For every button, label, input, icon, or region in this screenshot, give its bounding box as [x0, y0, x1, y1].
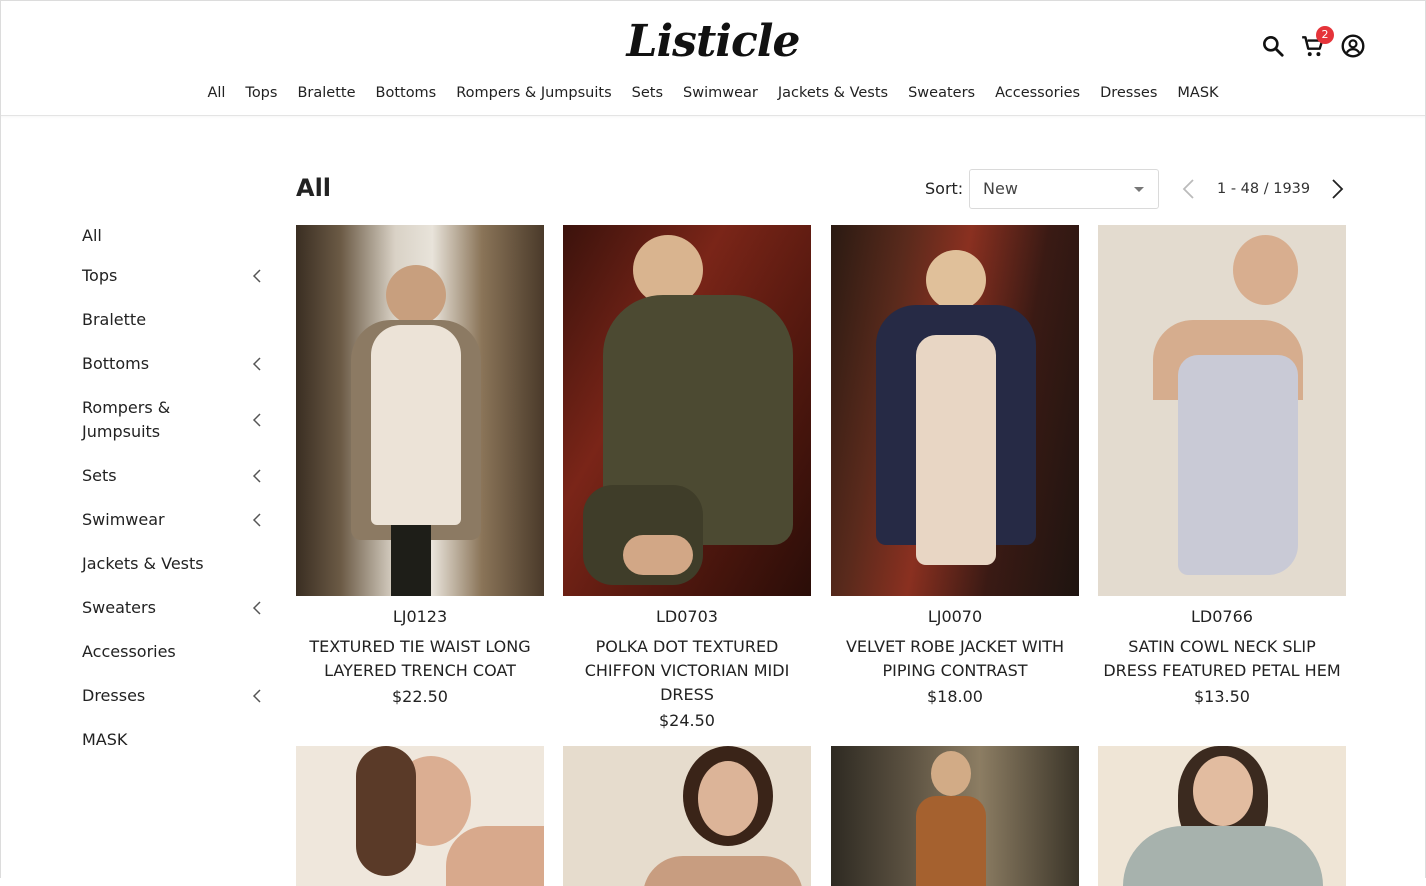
- nav-link-dresses[interactable]: Dresses: [1090, 82, 1167, 104]
- product-card[interactable]: LJ0070 VELVET ROBE JACKET WITH PIPING CO…: [831, 225, 1079, 709]
- pagination: 1 - 48 / 1939: [1180, 176, 1346, 202]
- nav-link-tops[interactable]: Tops: [235, 82, 287, 104]
- product-sku: LJ0123: [392, 607, 448, 626]
- site-logo[interactable]: Listicle: [560, 14, 866, 70]
- page-title: All: [296, 174, 332, 202]
- nav-link-bralette[interactable]: Bralette: [287, 82, 365, 104]
- sidebar-item-all[interactable]: All: [82, 224, 262, 248]
- product-card[interactable]: [563, 746, 811, 886]
- nav-link-jackets-vests[interactable]: Jackets & Vests: [768, 82, 898, 104]
- chevron-left-icon[interactable]: [252, 689, 262, 703]
- search-icon[interactable]: [1260, 33, 1286, 59]
- product-image[interactable]: [1098, 746, 1346, 886]
- sidebar-item-bottoms[interactable]: Bottoms: [82, 352, 262, 376]
- chevron-left-icon[interactable]: [252, 269, 262, 283]
- sidebar-item-sets[interactable]: Sets: [82, 464, 262, 488]
- cart-count-badge: 2: [1316, 26, 1334, 44]
- product-card[interactable]: LD0766 SATIN COWL NECK SLIP DRESS FEATUR…: [1098, 225, 1346, 709]
- sort-selected-value: New: [983, 179, 1018, 198]
- product-price: $18.00: [927, 687, 983, 706]
- sidebar-item-label: Sets: [82, 466, 117, 485]
- sidebar-item-tops[interactable]: Tops: [82, 264, 262, 288]
- product-image[interactable]: [1098, 225, 1346, 596]
- header-icons: 2: [1260, 26, 1366, 60]
- category-sidebar: All Tops Bralette Bottoms Rompers & Jump…: [82, 224, 262, 752]
- product-image[interactable]: [296, 746, 544, 886]
- cart-button[interactable]: 2: [1300, 26, 1334, 59]
- product-sku: LD0703: [656, 607, 718, 626]
- sidebar-item-jackets-vests[interactable]: Jackets & Vests: [82, 552, 262, 576]
- product-card[interactable]: LJ0123 TEXTURED TIE WAIST LONG LAYERED T…: [296, 225, 544, 709]
- sidebar-item-label: Swimwear: [82, 510, 165, 529]
- sidebar-item-label: All: [82, 226, 102, 245]
- sidebar-item-label: Bralette: [82, 310, 147, 329]
- sidebar-item-dresses[interactable]: Dresses: [82, 684, 262, 708]
- product-image[interactable]: [296, 225, 544, 596]
- sidebar-item-label: Bottoms: [82, 354, 150, 373]
- nav-link-all[interactable]: All: [197, 82, 235, 104]
- sidebar-item-label: Dresses: [82, 686, 146, 705]
- product-name[interactable]: VELVET ROBE JACKET WITH PIPING CONTRAST: [831, 635, 1079, 683]
- product-image[interactable]: [831, 225, 1079, 596]
- site-header: Listicle 2 All Tops Bralette Bottoms Rom…: [0, 0, 1426, 116]
- sidebar-item-accessories[interactable]: Accessories: [82, 640, 262, 664]
- sort-select[interactable]: New: [969, 169, 1159, 209]
- chevron-left-icon[interactable]: [252, 469, 262, 483]
- product-price: $13.50: [1194, 687, 1250, 706]
- product-image[interactable]: [563, 746, 811, 886]
- product-card[interactable]: LD0703 POLKA DOT TEXTURED CHIFFON VICTOR…: [563, 225, 811, 733]
- nav-link-mask[interactable]: MASK: [1167, 82, 1228, 104]
- top-navigation: All Tops Bralette Bottoms Rompers & Jump…: [0, 82, 1426, 104]
- nav-link-swimwear[interactable]: Swimwear: [673, 82, 768, 104]
- pagination-range: 1 - 48 / 1939: [1217, 181, 1311, 197]
- account-icon[interactable]: [1340, 33, 1366, 59]
- sidebar-item-label: Rompers & Jumpsuits: [82, 398, 171, 441]
- nav-link-bottoms[interactable]: Bottoms: [366, 82, 447, 104]
- nav-link-rompers-jumpsuits[interactable]: Rompers & Jumpsuits: [446, 82, 621, 104]
- product-card[interactable]: [1098, 746, 1346, 886]
- product-name[interactable]: TEXTURED TIE WAIST LONG LAYERED TRENCH C…: [296, 635, 544, 683]
- sidebar-item-label: MASK: [82, 730, 128, 749]
- sidebar-item-label: Jackets & Vests: [82, 554, 204, 573]
- sidebar-item-sweaters[interactable]: Sweaters: [82, 596, 262, 620]
- chevron-left-icon[interactable]: [252, 413, 262, 427]
- sidebar-item-label: Tops: [82, 266, 118, 285]
- nav-link-sweaters[interactable]: Sweaters: [898, 82, 985, 104]
- product-price: $22.50: [392, 687, 448, 706]
- sidebar-item-rompers-jumpsuits[interactable]: Rompers & Jumpsuits: [82, 396, 262, 444]
- prev-page-icon[interactable]: [1180, 177, 1196, 201]
- nav-link-sets[interactable]: Sets: [622, 82, 673, 104]
- chevron-left-icon[interactable]: [252, 357, 262, 371]
- product-image[interactable]: [563, 225, 811, 596]
- sidebar-item-label: Accessories: [82, 642, 176, 661]
- caret-down-icon: [1134, 187, 1144, 192]
- sidebar-item-bralette[interactable]: Bralette: [82, 308, 262, 332]
- product-price: $24.50: [659, 711, 715, 730]
- product-sku: LD0766: [1191, 607, 1253, 626]
- next-page-icon[interactable]: [1330, 177, 1346, 201]
- product-name[interactable]: SATIN COWL NECK SLIP DRESS FEATURED PETA…: [1098, 635, 1346, 683]
- sidebar-item-mask[interactable]: MASK: [82, 728, 262, 752]
- nav-link-accessories[interactable]: Accessories: [985, 82, 1090, 104]
- product-card[interactable]: [831, 746, 1079, 886]
- product-sku: LJ0070: [927, 607, 983, 626]
- product-card[interactable]: [296, 746, 544, 886]
- chevron-left-icon[interactable]: [252, 513, 262, 527]
- product-image[interactable]: [831, 746, 1079, 886]
- sort-label: Sort:: [925, 179, 964, 198]
- chevron-left-icon[interactable]: [252, 601, 262, 615]
- sidebar-item-swimwear[interactable]: Swimwear: [82, 508, 262, 532]
- product-name[interactable]: POLKA DOT TEXTURED CHIFFON VICTORIAN MID…: [563, 635, 811, 707]
- sidebar-item-label: Sweaters: [82, 598, 156, 617]
